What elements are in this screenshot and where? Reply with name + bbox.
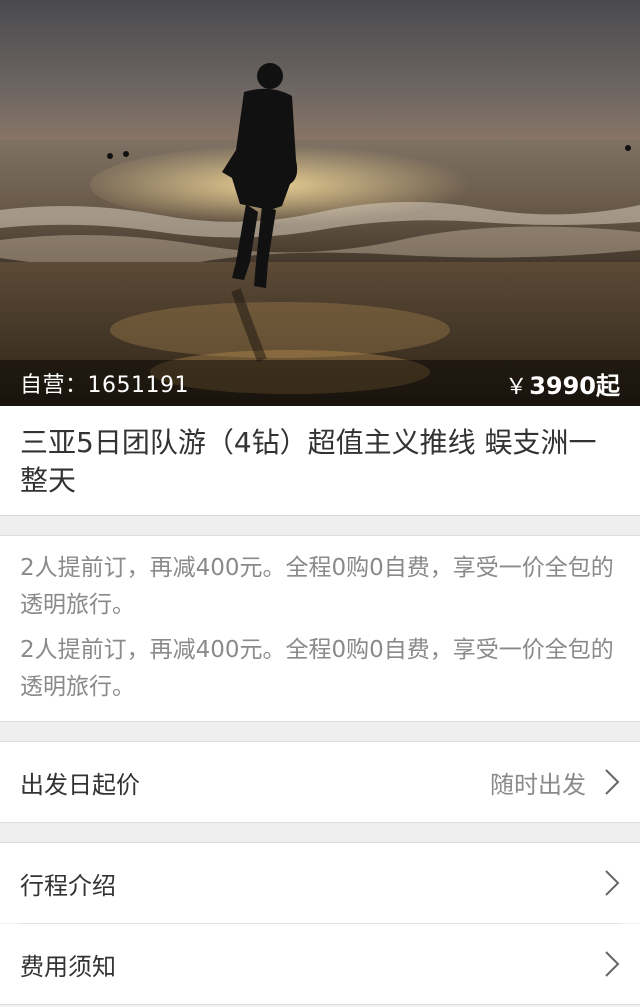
chevron-right-icon [605, 951, 620, 977]
currency-symbol: ￥ [505, 374, 528, 400]
menu-item-itinerary[interactable]: 行程介绍 [0, 843, 640, 923]
price-value: 3990起 [529, 371, 620, 400]
section-gap [0, 823, 640, 843]
product-title: 三亚5日团队游（4钻）超值主义推线 蜈支洲一整天 [20, 426, 597, 497]
product-code: 自营：1651191 [20, 373, 189, 398]
menu-item-fees[interactable]: 费用须知 [0, 924, 640, 1004]
chevron-right-icon [605, 870, 620, 896]
departure-row[interactable]: 出发日起价 随时出发 [0, 742, 640, 822]
promo-text: 2人提前订，再减400元。全程0购0自费，享受一价全包的透明旅行。 [20, 555, 614, 618]
departure-value: 随时出发 [490, 770, 586, 799]
section-gap [0, 516, 640, 536]
menu-section: 行程介绍 费用须知 [0, 843, 640, 1005]
section-gap [0, 722, 640, 742]
promo-text: 2人提前订，再减400元。全程0购0自费，享受一价全包的透明旅行。 [20, 637, 614, 700]
menu-item-label: 行程介绍 [20, 871, 116, 900]
chevron-right-icon [605, 769, 620, 795]
hero-image [0, 0, 640, 406]
price-label: ￥3990起 [505, 366, 620, 401]
product-title-block: 三亚5日团队游（4钻）超值主义推线 蜈支洲一整天 [0, 406, 640, 516]
departure-label: 出发日起价 [20, 770, 140, 799]
departure-section: 出发日起价 随时出发 [0, 742, 640, 823]
menu-item-label: 费用须知 [20, 952, 116, 981]
hero-banner[interactable]: 自营：1651191 ￥3990起 [0, 0, 640, 406]
promo-section: 2人提前订，再减400元。全程0购0自费，享受一价全包的透明旅行。 2人提前订，… [0, 536, 640, 722]
hero-info-bar: 自营：1651191 ￥3990起 [0, 360, 640, 406]
